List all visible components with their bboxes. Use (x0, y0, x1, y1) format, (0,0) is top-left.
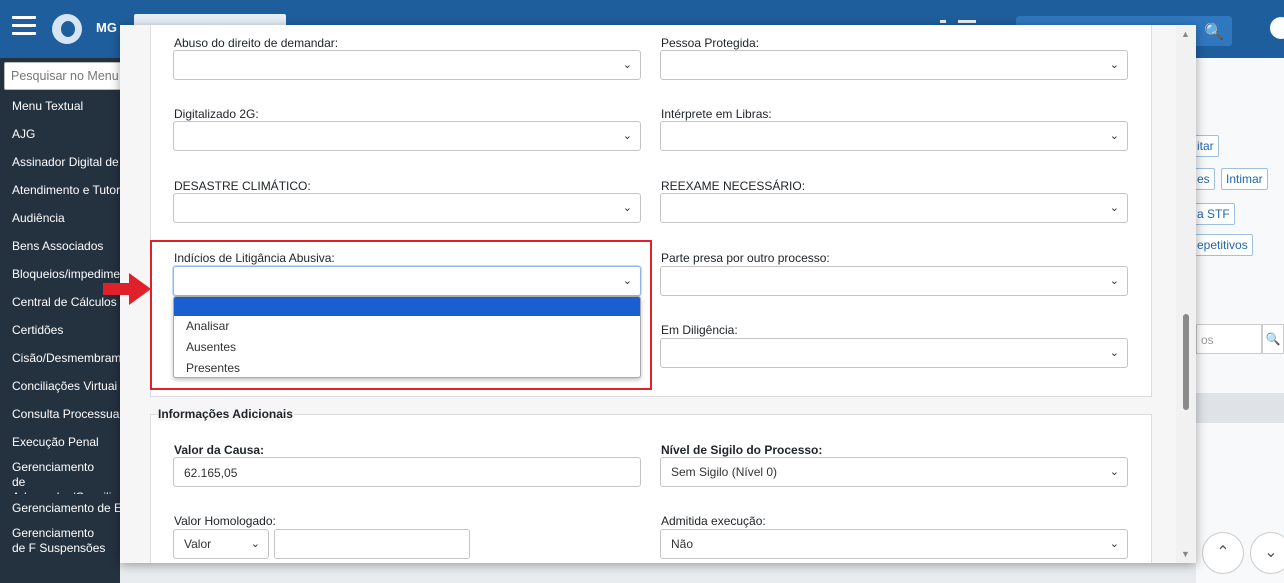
sidebar-item-atendimento[interactable]: Atendimento e Tutor (0, 176, 120, 204)
sidebar-item-audiencia[interactable]: Audiência (0, 204, 120, 232)
label-pessoa-protegida: Pessoa Protegida: (661, 36, 760, 50)
sidebar-item-ger-suspensoes[interactable]: Gerenciamento de F Suspensões (0, 522, 120, 560)
select-valor-homologado-tipo[interactable]: Valor ⌄ (173, 529, 269, 559)
sidebar-item-bloqueios[interactable]: Bloqueios/impedime (0, 260, 120, 288)
scroll-up-arrow-icon[interactable]: ▲ (1181, 29, 1190, 39)
label-valor-causa: Valor da Causa: (174, 443, 265, 457)
label-reexame-necessario: REEXAME NECESSÁRIO: (661, 179, 806, 193)
bg-button-stf[interactable]: a STF (1192, 203, 1235, 225)
select-interprete-libras[interactable]: ⌄ (660, 121, 1128, 151)
chevron-down-icon: ⌄ (1109, 466, 1119, 478)
label-em-diligencia: Em Diligência: (661, 323, 738, 337)
highlight-box (150, 240, 652, 390)
input-valor-homologado[interactable] (274, 529, 470, 559)
top-icon-a[interactable] (940, 20, 946, 23)
sidebar-item-menu-textual[interactable]: Menu Textual (0, 92, 120, 120)
chevron-down-icon: ⌄ (1109, 275, 1119, 287)
background-page: itar es Intimar a STF epetitivos os 🔍 ⌃ … (1192, 58, 1284, 583)
top-icon-b[interactable] (958, 20, 976, 23)
sidebar-item-conciliacoes[interactable]: Conciliações Virtuai (0, 372, 120, 400)
scroll-down-button-icon[interactable]: ⌄ (1250, 532, 1284, 574)
sidebar-item-consulta[interactable]: Consulta Processua (0, 400, 120, 428)
sidebar-item-ajg[interactable]: AJG (0, 120, 120, 148)
bg-table-header (1196, 393, 1284, 423)
sidebar: Pesquisar no Menu Menu Textual AJG Assin… (0, 58, 120, 583)
scroll-up-button-icon[interactable]: ⌃ (1202, 532, 1244, 574)
select-abuso-direito[interactable]: ⌄ (173, 50, 641, 80)
label-interprete-libras: Intérprete em Libras: (661, 107, 772, 121)
label-parte-presa: Parte presa por outro processo: (661, 251, 830, 265)
sidebar-item-cisao[interactable]: Cisão/Desmembram (0, 344, 120, 372)
sidebar-item-certidoes[interactable]: Certidões (0, 316, 120, 344)
input-valor-causa[interactable]: 62.165,05 (173, 457, 641, 487)
bg-button-editar[interactable]: itar (1192, 135, 1219, 157)
select-admitida-execucao-value: Não (671, 537, 694, 551)
app-logo (52, 14, 82, 44)
select-nivel-sigilo-value: Sem Sigilo (Nível 0) (671, 465, 778, 479)
sidebar-search-input[interactable]: Pesquisar no Menu (4, 62, 120, 90)
label-valor-homologado: Valor Homologado: (174, 514, 276, 528)
scrollbar-thumb[interactable] (1183, 314, 1189, 410)
chevron-down-icon: ⌄ (1109, 202, 1119, 214)
scroll-down-arrow-icon[interactable]: ▼ (1181, 549, 1190, 559)
label-abuso-direito: Abuso do direito de demandar: (174, 36, 339, 50)
search-icon[interactable]: 🔍 (1204, 22, 1224, 42)
user-avatar[interactable] (1270, 17, 1284, 39)
chevron-down-icon: ⌄ (250, 538, 260, 550)
chevron-down-icon: ⌄ (622, 130, 632, 142)
hamburger-menu-icon[interactable] (12, 16, 36, 36)
label-desastre-climatico: DESASTRE CLIMÁTICO: (174, 179, 311, 193)
brand-label: MG (96, 20, 117, 35)
chevron-down-icon: ⌄ (1109, 347, 1119, 359)
sidebar-item-central-calculos[interactable]: Central de Cálculos (0, 288, 120, 316)
sidebar-item-bens[interactable]: Bens Associados (0, 232, 120, 260)
chevron-down-icon: ⌄ (1109, 538, 1119, 550)
select-valor-homologado-tipo-value: Valor (184, 537, 212, 551)
bg-search-input[interactable]: os (1196, 324, 1262, 354)
label-admitida-execucao: Admitida execução: (661, 514, 766, 528)
sidebar-item-ger-e[interactable]: Gerenciamento de E (0, 494, 120, 522)
label-digitalizado: Digitalizado 2G: (174, 107, 259, 121)
sidebar-item-execucao-penal[interactable]: Execução Penal (0, 428, 120, 456)
bg-search-icon[interactable]: 🔍 (1262, 324, 1284, 354)
modal-scrollbar[interactable]: ▲ ▼ (1176, 25, 1196, 563)
select-admitida-execucao[interactable]: Não ⌄ (660, 529, 1128, 559)
bg-button-repetitivos[interactable]: epetitivos (1192, 234, 1253, 256)
select-parte-presa[interactable]: ⌄ (660, 266, 1128, 296)
legend-informacoes-adicionais: Informações Adicionais (158, 407, 293, 421)
select-digitalizado[interactable]: ⌄ (173, 121, 641, 151)
red-arrow-icon (103, 273, 151, 305)
bg-button-intimar[interactable]: Intimar (1221, 168, 1268, 190)
label-nivel-sigilo: Nível de Sigilo do Processo: (661, 443, 823, 457)
select-nivel-sigilo[interactable]: Sem Sigilo (Nível 0) ⌄ (660, 457, 1128, 487)
sidebar-item-ger-advogados[interactable]: Gerenciamento de Advogados/Concilia (0, 456, 120, 494)
chevron-down-icon: ⌄ (622, 202, 632, 214)
select-em-diligencia[interactable]: ⌄ (660, 338, 1128, 368)
chevron-down-icon: ⌄ (622, 59, 632, 71)
chevron-down-icon: ⌄ (1109, 130, 1119, 142)
select-pessoa-protegida[interactable]: ⌄ (660, 50, 1128, 80)
chevron-down-icon: ⌄ (1109, 59, 1119, 71)
select-reexame-necessario[interactable]: ⌄ (660, 193, 1128, 223)
select-desastre-climatico[interactable]: ⌄ (173, 193, 641, 223)
sidebar-item-assinador[interactable]: Assinador Digital de (0, 148, 120, 176)
